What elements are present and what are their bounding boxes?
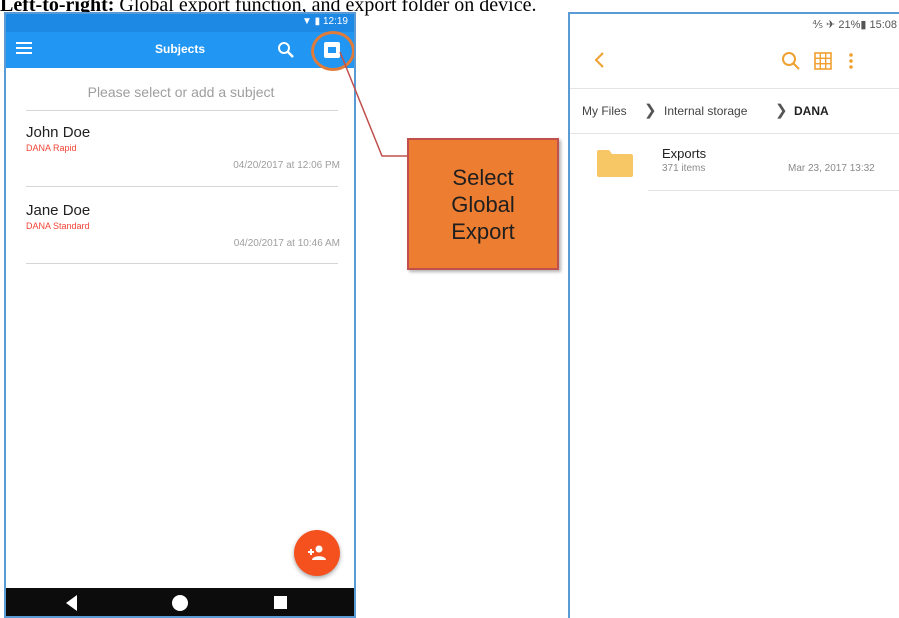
breadcrumb-dana: DANA bbox=[794, 104, 829, 118]
divider bbox=[26, 263, 338, 264]
folder-date: Mar 23, 2017 13:32 bbox=[788, 163, 875, 174]
empty-prompt: Please select or add a subject bbox=[87, 84, 275, 100]
chevron-right-icon: ❯ bbox=[644, 102, 657, 119]
status-bar: ▼ ▮ 12:19 bbox=[6, 14, 354, 32]
status-icons: ▼ ▮ 12:19 bbox=[302, 16, 348, 27]
left-phone-screen: ▼ ▮ 12:19 Subjects Please select or add … bbox=[4, 12, 356, 618]
folder-name: Exports bbox=[662, 146, 707, 161]
callout-box: Select Global Export bbox=[407, 138, 559, 270]
add-subject-button[interactable] bbox=[294, 530, 340, 576]
right-phone-screen: ⅘ ✈ 21%▮ 15:08 My Files ❯ Internal stora… bbox=[568, 12, 899, 618]
back-icon[interactable] bbox=[66, 595, 77, 611]
search-icon[interactable] bbox=[780, 50, 802, 72]
app-bar: Subjects bbox=[6, 32, 354, 68]
callout-text: Select Global Export bbox=[451, 164, 515, 244]
subject-row[interactable]: John Doe DANA Rapid 04/20/2017 at 12:06 … bbox=[26, 124, 344, 194]
subject-name: Jane Doe bbox=[26, 202, 91, 219]
system-nav-bar bbox=[6, 588, 354, 616]
subject-date: 04/20/2017 at 12:06 PM bbox=[233, 160, 340, 171]
grid-view-icon[interactable] bbox=[814, 52, 832, 70]
search-icon[interactable] bbox=[276, 40, 296, 60]
highlight-circle bbox=[311, 31, 354, 71]
breadcrumb-internal-storage[interactable]: Internal storage bbox=[664, 104, 747, 118]
subject-date: 04/20/2017 at 10:46 AM bbox=[233, 238, 340, 249]
subject-protocol: DANA Standard bbox=[26, 221, 90, 231]
home-icon[interactable] bbox=[172, 595, 188, 611]
chevron-right-icon: ❯ bbox=[775, 102, 788, 119]
breadcrumb: My Files ❯ Internal storage ❯ DANA bbox=[570, 88, 899, 134]
divider bbox=[648, 190, 899, 191]
folder-item-count: 371 items bbox=[662, 163, 706, 174]
folder-icon bbox=[597, 150, 633, 177]
status-time: 12:19 bbox=[322, 16, 348, 27]
subject-row[interactable]: Jane Doe DANA Standard 04/20/2017 at 10:… bbox=[26, 202, 344, 272]
back-arrow-icon[interactable] bbox=[592, 50, 606, 70]
add-person-icon bbox=[308, 545, 326, 560]
page-title: Subjects bbox=[154, 42, 205, 56]
divider bbox=[26, 110, 338, 111]
divider bbox=[26, 186, 338, 187]
more-options-icon[interactable] bbox=[846, 52, 856, 70]
recents-icon[interactable] bbox=[274, 596, 287, 609]
folder-row-exports[interactable]: Exports 371 items Mar 23, 2017 13:32 bbox=[570, 136, 899, 192]
status-bar: ⅘ ✈ 21%▮ 15:08 bbox=[812, 19, 897, 31]
breadcrumb-my-files[interactable]: My Files bbox=[582, 104, 627, 118]
subject-name: John Doe bbox=[26, 124, 91, 141]
subject-protocol: DANA Rapid bbox=[26, 143, 77, 153]
